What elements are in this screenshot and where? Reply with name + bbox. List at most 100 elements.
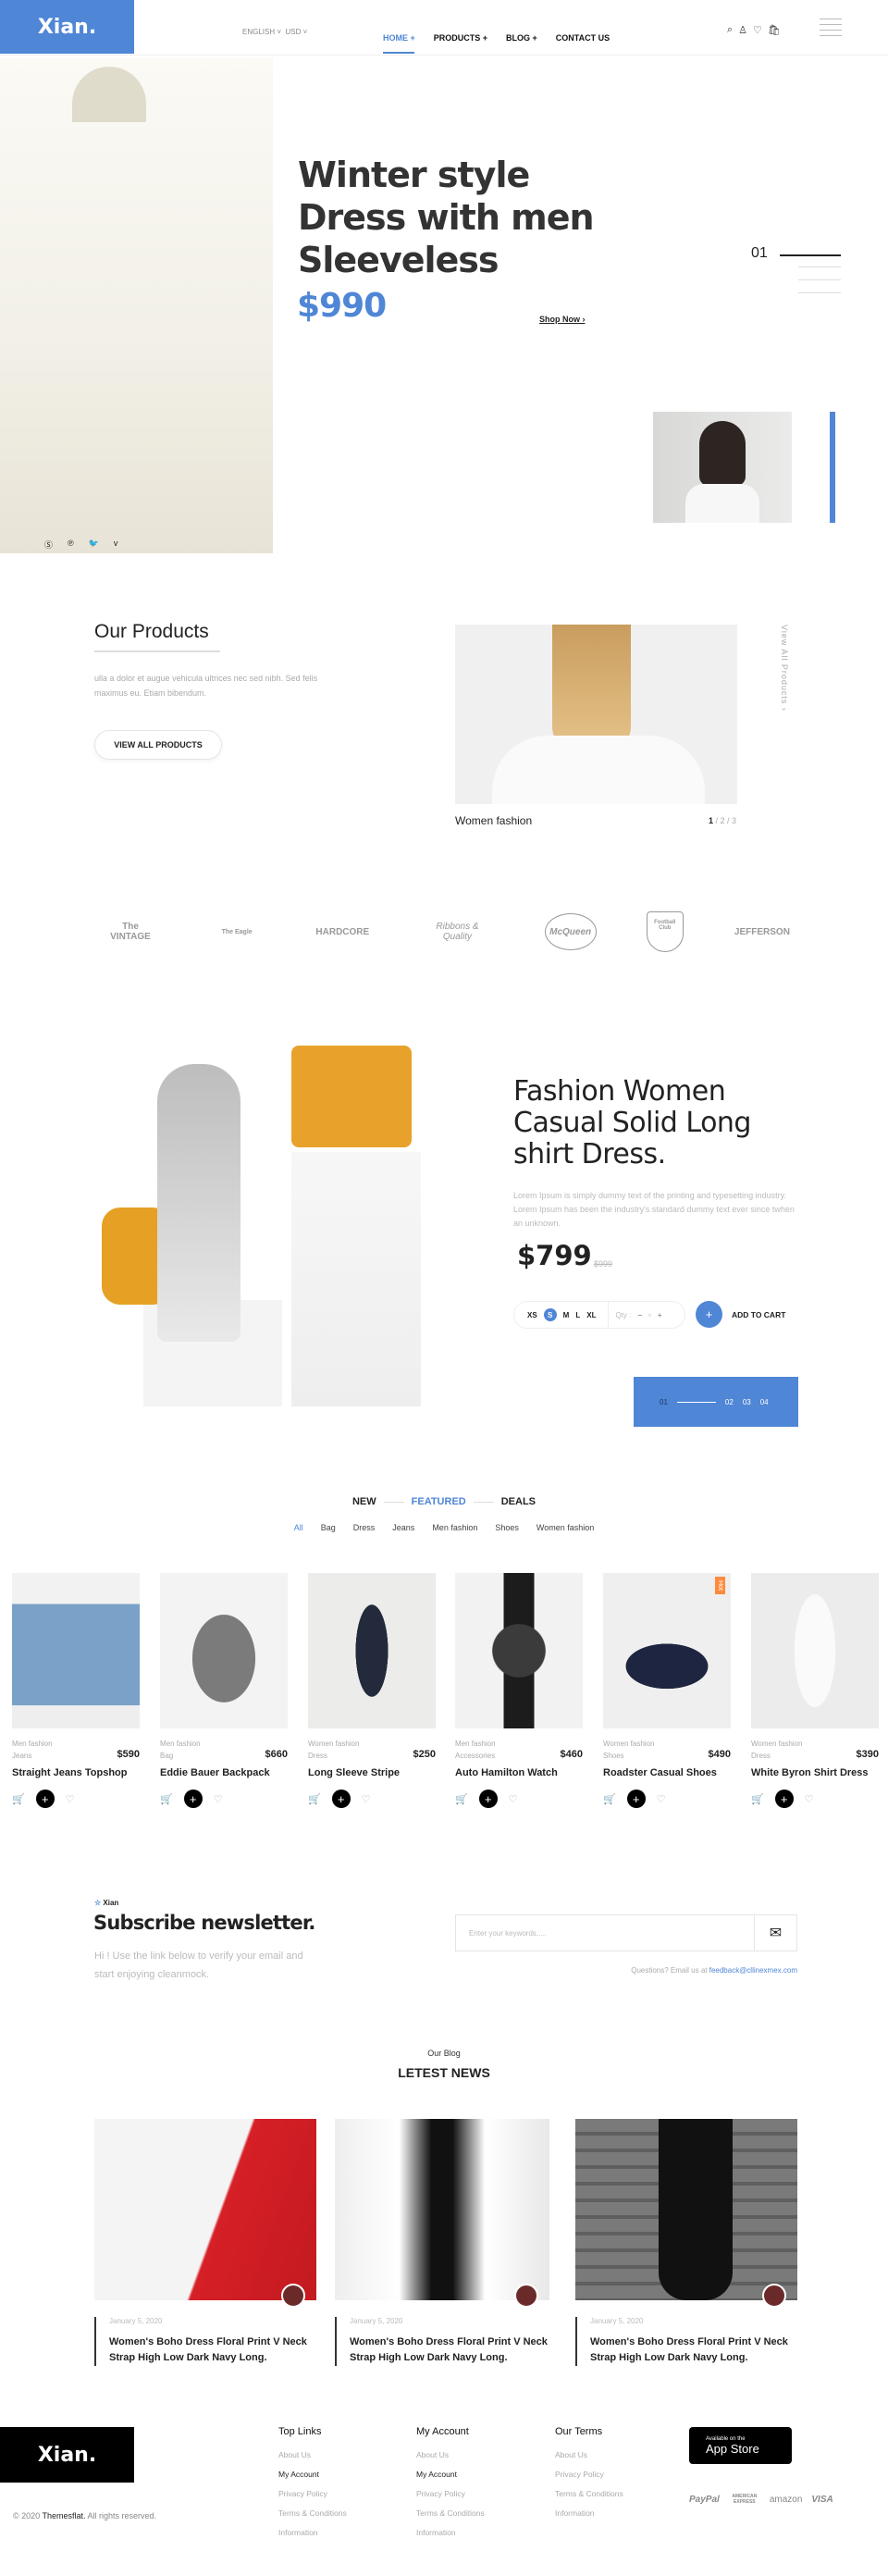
product-image[interactable]: Hot bbox=[603, 1573, 731, 1728]
app-store-button[interactable]: Available on the App Store bbox=[689, 2427, 792, 2464]
qty-decrease[interactable]: − bbox=[637, 1311, 642, 1319]
slide-pager[interactable]: 1 / 2 / 3 bbox=[709, 816, 736, 825]
menu-icon[interactable] bbox=[820, 19, 842, 36]
size-option[interactable]: M bbox=[563, 1311, 570, 1319]
product-image[interactable] bbox=[751, 1573, 879, 1728]
hero-thumbnail[interactable] bbox=[653, 412, 792, 523]
product-image[interactable] bbox=[160, 1573, 288, 1728]
footer-link[interactable]: Information bbox=[416, 2528, 485, 2537]
heart-icon[interactable]: ♡ bbox=[66, 1793, 75, 1805]
slide-03[interactable]: 03 bbox=[743, 1398, 751, 1406]
heart-icon[interactable]: ♡ bbox=[805, 1793, 814, 1805]
pinterest-icon[interactable]: ℗ bbox=[68, 539, 74, 551]
footer-link[interactable]: Information bbox=[555, 2508, 623, 2518]
footer-link[interactable]: Privacy Policy bbox=[278, 2489, 347, 2498]
slide-04[interactable]: 04 bbox=[760, 1398, 769, 1406]
view-all-products-link[interactable]: View All Products › bbox=[780, 625, 789, 712]
product-image[interactable] bbox=[12, 1573, 140, 1728]
footer-link[interactable]: About Us bbox=[278, 2450, 347, 2459]
blog-post[interactable]: January 5, 2020 Women's Boho Dress Floral… bbox=[335, 2119, 549, 2366]
currency-selector[interactable]: USD bbox=[285, 28, 301, 36]
cart-icon[interactable]: 🛒 bbox=[12, 1793, 25, 1805]
skype-icon[interactable]: Ⓢ bbox=[44, 539, 53, 551]
cart-icon[interactable]: 🛒 bbox=[160, 1793, 173, 1805]
blog-image[interactable] bbox=[94, 2119, 316, 2308]
brand-logo[interactable]: Ribbons & Quality bbox=[420, 922, 494, 942]
slide-indicator[interactable] bbox=[798, 292, 841, 293]
language-selector[interactable]: ENGLISH ˅ USD ˅ bbox=[242, 28, 307, 36]
footer-link[interactable]: Information bbox=[278, 2528, 347, 2537]
qty-increase[interactable]: + bbox=[658, 1311, 662, 1319]
product-name[interactable]: Eddie Bauer Backpack bbox=[160, 1767, 288, 1778]
filter-all[interactable]: All bbox=[294, 1523, 303, 1532]
filter-shoes[interactable]: Shoes bbox=[495, 1523, 519, 1532]
slide-02[interactable]: 02 bbox=[725, 1398, 734, 1406]
size-option-selected[interactable]: S bbox=[543, 1308, 557, 1321]
footer-link[interactable]: Terms & Conditions bbox=[416, 2508, 485, 2518]
vimeo-icon[interactable]: v bbox=[114, 539, 118, 551]
post-title[interactable]: Women's Boho Dress Floral Print V Neck S… bbox=[590, 2334, 797, 2366]
footer-link[interactable]: Privacy Policy bbox=[555, 2470, 623, 2479]
slide-indicator[interactable] bbox=[798, 266, 841, 267]
heart-icon[interactable]: ♡ bbox=[657, 1793, 666, 1805]
tab-new[interactable]: NEW bbox=[352, 1496, 376, 1507]
brand-logo[interactable]: The Eagle bbox=[209, 929, 265, 935]
filter-men-fashion[interactable]: Men fashion bbox=[432, 1523, 477, 1532]
blog-image[interactable] bbox=[335, 2119, 549, 2308]
product-name[interactable]: Long Sleeve Stripe bbox=[308, 1767, 436, 1778]
tab-deals[interactable]: DEALS bbox=[501, 1496, 536, 1507]
product-card[interactable]: Women fashion Dress $250 Long Sleeve Stri… bbox=[308, 1573, 436, 1808]
product-slide-image[interactable] bbox=[455, 625, 737, 804]
add-icon[interactable]: + bbox=[183, 1790, 203, 1808]
qty-input[interactable]: ▫ bbox=[648, 1311, 651, 1319]
user-icon[interactable]: ♙ bbox=[738, 24, 747, 36]
add-icon[interactable]: + bbox=[626, 1790, 646, 1808]
feedback-email-link[interactable]: feedback@cllinexmex.com bbox=[709, 1966, 797, 1975]
brand-logo[interactable]: McQueen bbox=[544, 913, 597, 950]
brand-logo[interactable]: Football Club bbox=[646, 911, 684, 952]
cart-icon[interactable]: 🛒 bbox=[751, 1793, 764, 1805]
filter-bag[interactable]: Bag bbox=[321, 1523, 336, 1532]
add-icon[interactable]: + bbox=[478, 1790, 498, 1808]
brand-logo[interactable]: HARDCORE bbox=[314, 927, 370, 937]
nav-contact[interactable]: CONTACT US bbox=[556, 33, 610, 43]
blog-post[interactable]: January 5, 2020 Women's Boho Dress Floral… bbox=[575, 2119, 797, 2366]
brand-logo[interactable]: JEFFERSON bbox=[734, 927, 791, 937]
product-card[interactable]: Men fashion Jeans $590 Straight Jeans Top… bbox=[12, 1573, 140, 1808]
footer-link[interactable]: My Account bbox=[278, 2470, 347, 2479]
footer-link[interactable]: About Us bbox=[555, 2450, 623, 2459]
brand-logo[interactable]: The VINTAGE bbox=[102, 922, 159, 942]
add-to-cart-button[interactable]: ADD TO CART bbox=[732, 1310, 785, 1319]
themesflat-link[interactable]: Themesflat. bbox=[43, 2511, 86, 2520]
footer-link[interactable]: About Us bbox=[416, 2450, 485, 2459]
twitter-icon[interactable]: 🐦 bbox=[89, 539, 99, 551]
size-option[interactable]: XL bbox=[586, 1311, 596, 1319]
post-title[interactable]: Women's Boho Dress Floral Print V Neck S… bbox=[350, 2334, 549, 2366]
product-name[interactable]: Auto Hamilton Watch bbox=[455, 1767, 583, 1778]
heart-icon[interactable]: ♡ bbox=[509, 1793, 518, 1805]
blog-post[interactable]: January 5, 2020 Women's Boho Dress Floral… bbox=[94, 2119, 316, 2366]
product-card[interactable]: Hot Women fashion Shoes $490 Roadster Cas… bbox=[603, 1573, 731, 1808]
cart-icon[interactable]: 🛒 bbox=[308, 1793, 321, 1805]
logo[interactable]: Xian. bbox=[0, 0, 134, 54]
product-card[interactable]: Women fashion Dress $390 White Byron Shir… bbox=[751, 1573, 879, 1808]
size-option[interactable]: L bbox=[575, 1311, 580, 1319]
product-card[interactable]: Men fashion Accessories $460 Auto Hamilto… bbox=[455, 1573, 583, 1808]
footer-logo[interactable]: Xian. bbox=[0, 2427, 134, 2483]
footer-link[interactable]: My Account bbox=[416, 2470, 485, 2479]
heart-icon[interactable]: ♡ bbox=[753, 24, 762, 36]
slide-indicator-active[interactable] bbox=[780, 254, 841, 256]
size-option[interactable]: XS bbox=[527, 1311, 537, 1319]
product-name[interactable]: Straight Jeans Topshop bbox=[12, 1767, 140, 1778]
view-all-products-button[interactable]: VIEW ALL PRODUCTS bbox=[94, 730, 222, 760]
search-icon[interactable]: ⌕ bbox=[727, 24, 733, 36]
nav-blog[interactable]: BLOG + bbox=[506, 33, 537, 43]
filter-dress[interactable]: Dress bbox=[353, 1523, 376, 1532]
slide-indicator[interactable] bbox=[798, 279, 841, 280]
product-name[interactable]: White Byron Shirt Dress bbox=[751, 1767, 879, 1778]
footer-link[interactable]: Privacy Policy bbox=[416, 2489, 485, 2498]
cart-icon[interactable]: 🛒 bbox=[455, 1793, 468, 1805]
slide-01[interactable]: 01 bbox=[660, 1398, 668, 1406]
footer-link[interactable]: Terms & Conditions bbox=[278, 2508, 347, 2518]
add-icon[interactable]: + bbox=[331, 1790, 351, 1808]
